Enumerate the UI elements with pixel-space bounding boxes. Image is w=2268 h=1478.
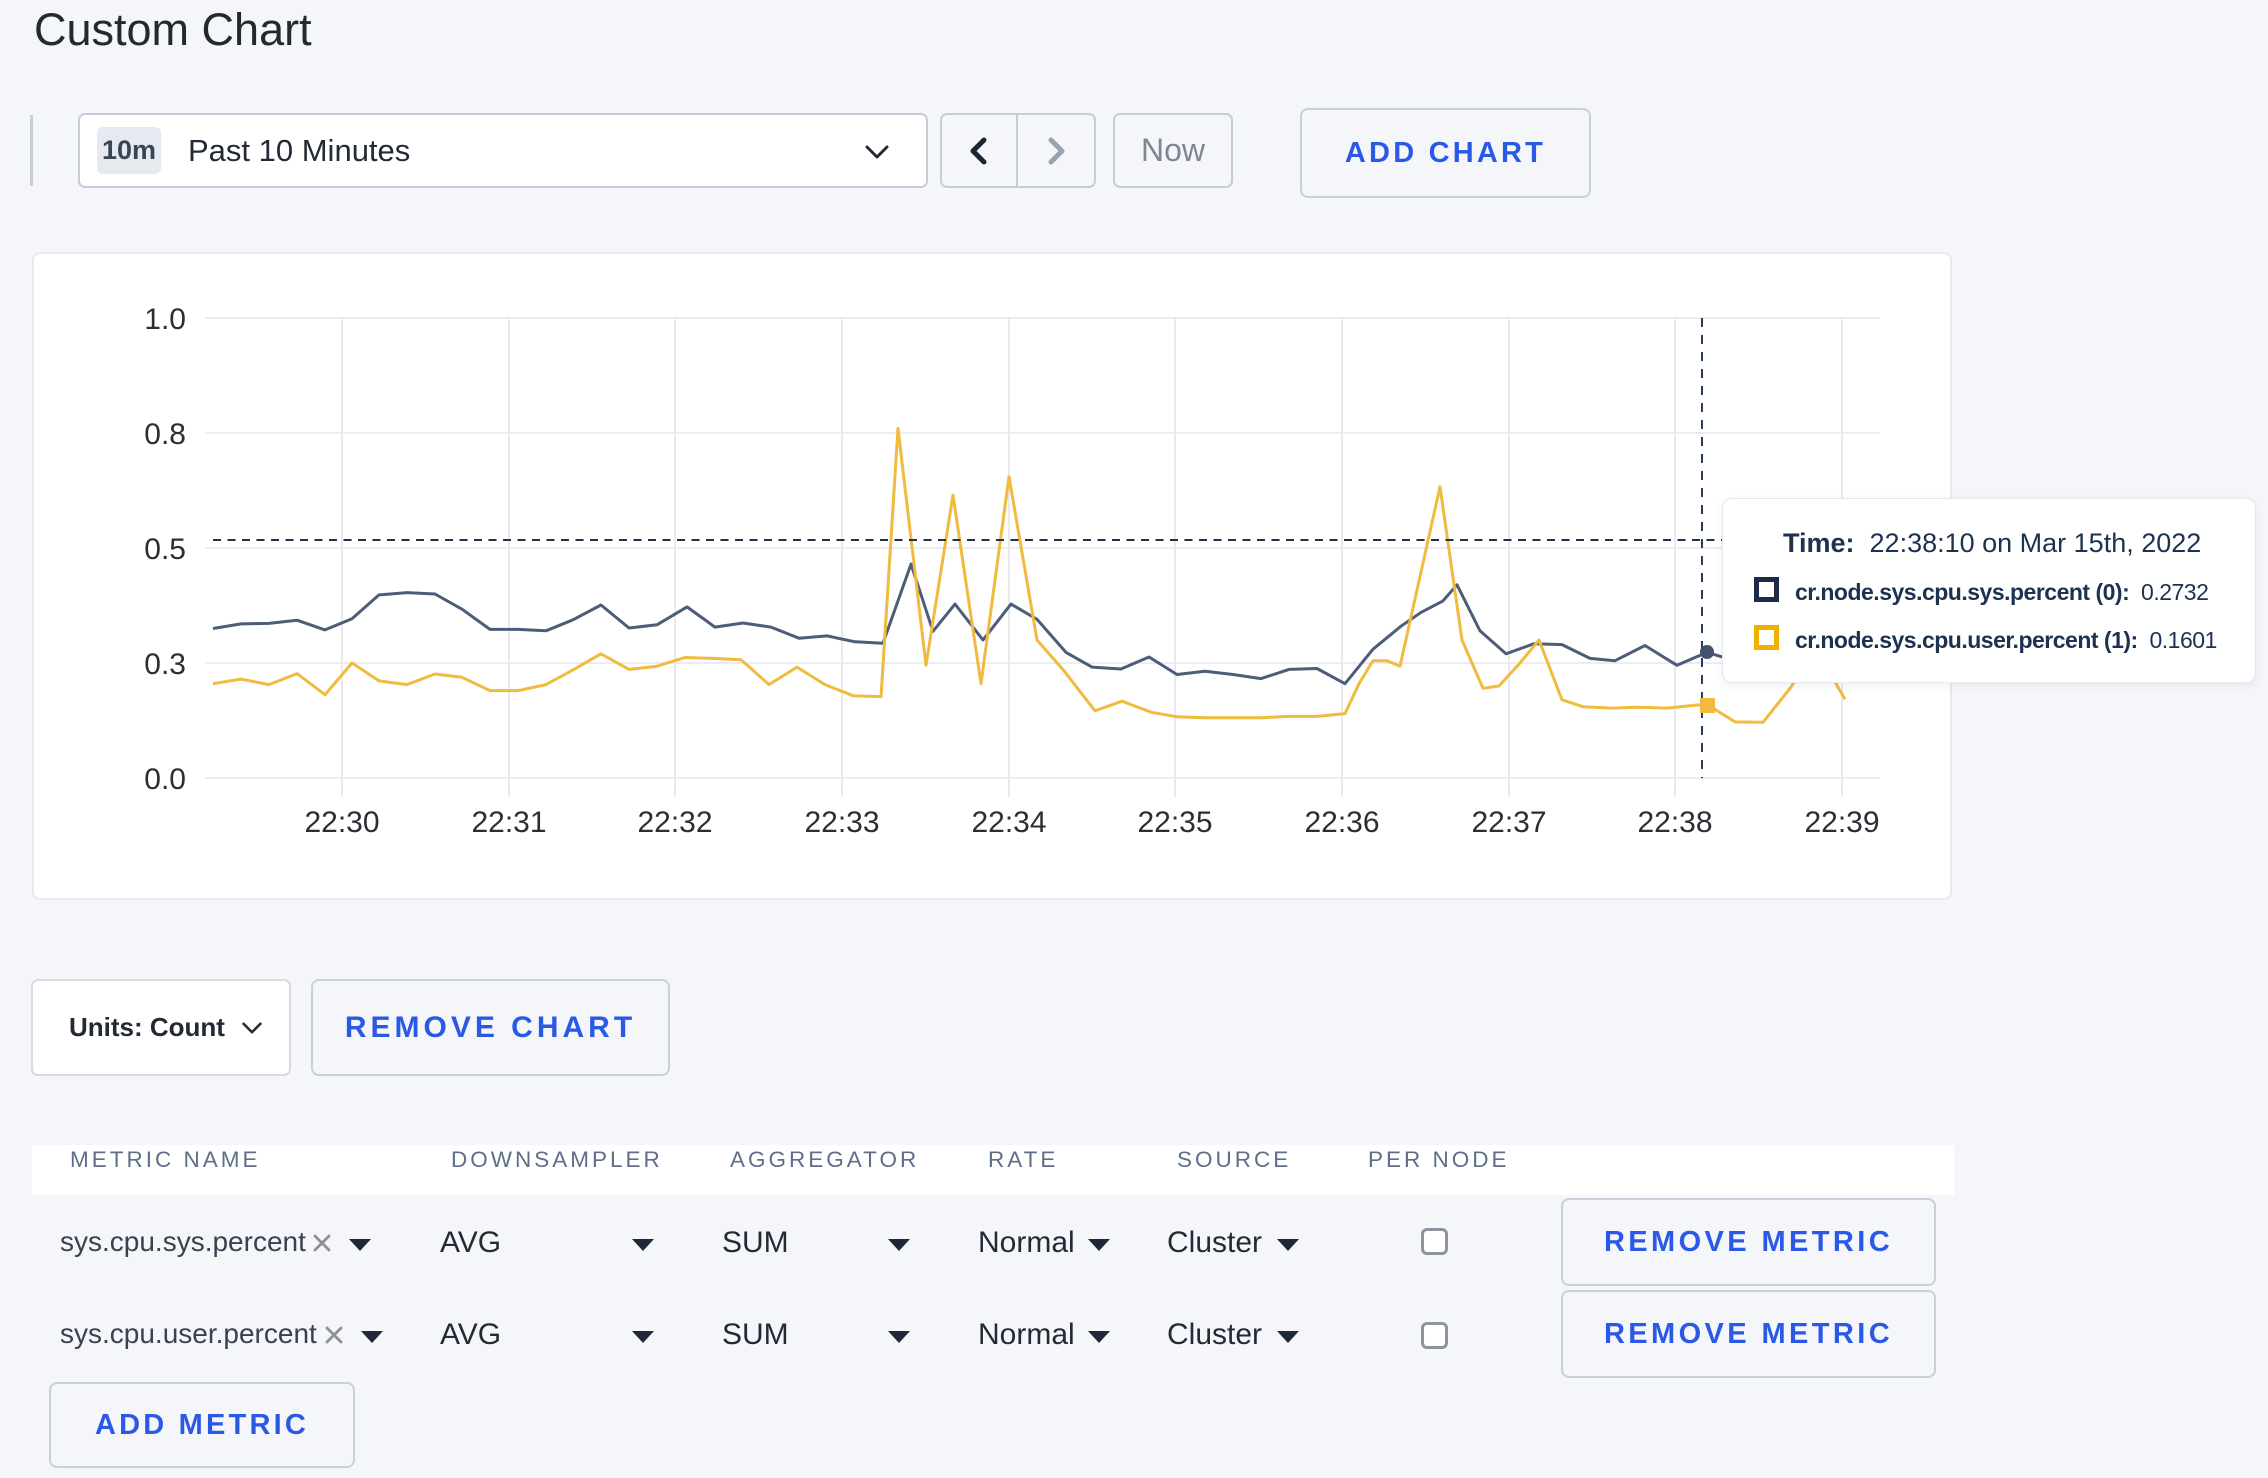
svg-text:0.8: 0.8 bbox=[144, 418, 186, 451]
svg-text:0.5: 0.5 bbox=[144, 533, 186, 566]
svg-text:22:36: 22:36 bbox=[1304, 806, 1379, 839]
svg-text:22:31: 22:31 bbox=[471, 806, 546, 839]
svg-text:22:38: 22:38 bbox=[1637, 806, 1712, 839]
svg-text:22:34: 22:34 bbox=[971, 806, 1046, 839]
svg-text:22:35: 22:35 bbox=[1137, 806, 1212, 839]
svg-text:22:32: 22:32 bbox=[637, 806, 712, 839]
svg-text:22:30: 22:30 bbox=[304, 806, 379, 839]
svg-text:1.0: 1.0 bbox=[144, 303, 186, 336]
svg-text:22:39: 22:39 bbox=[1804, 806, 1879, 839]
svg-text:22:33: 22:33 bbox=[804, 806, 879, 839]
svg-text:0.3: 0.3 bbox=[144, 648, 186, 681]
svg-text:22:37: 22:37 bbox=[1471, 806, 1546, 839]
svg-text:0.0: 0.0 bbox=[144, 763, 186, 796]
